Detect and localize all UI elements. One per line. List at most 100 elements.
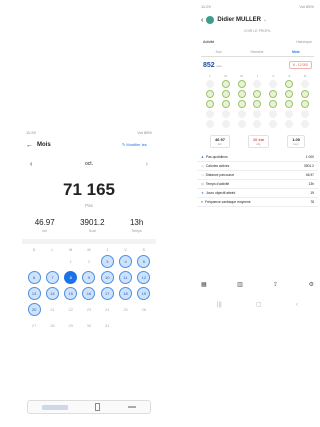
chevron-left-icon[interactable]: ‹ <box>30 161 32 168</box>
mini-day[interactable] <box>205 90 214 98</box>
section-right[interactable]: Historique <box>296 40 312 44</box>
calendar-day[interactable]: 22 <box>64 303 77 316</box>
card-icon[interactable] <box>41 404 68 410</box>
mini-day[interactable] <box>221 90 230 98</box>
phone-icon[interactable] <box>95 403 101 411</box>
mini-day[interactable] <box>253 90 262 98</box>
calendar-day[interactable]: 27 <box>28 319 41 332</box>
list-item[interactable]: ⤳ Distance parcourue 46.97 <box>197 171 318 180</box>
stat-value: 13h <box>129 218 144 227</box>
mini-day[interactable] <box>285 120 294 128</box>
calendar-day[interactable]: 10 <box>100 271 114 284</box>
home-icon[interactable]: ▢ <box>256 301 262 308</box>
back-icon[interactable]: ‹ <box>296 302 298 308</box>
list-item[interactable]: ♨ Calories actives 3901.2 <box>197 162 318 171</box>
calendar-day[interactable]: 26 <box>137 303 150 316</box>
calendar-day[interactable]: 4 <box>119 255 133 268</box>
chevron-down-icon[interactable]: ⌄ <box>263 17 267 23</box>
list-item[interactable]: ♟ Pas quotidiens 1 000 <box>197 153 318 162</box>
profile-subheader[interactable]: VOIR LE PROFIL <box>197 29 318 33</box>
mini-day[interactable] <box>237 90 246 98</box>
calendar-day[interactable]: 5 <box>137 255 151 268</box>
list-item[interactable]: ◷ Temps d'activité 13h <box>197 180 318 189</box>
list-item[interactable]: ♥ Fréquence cardiaque moyenne 78 <box>197 198 318 207</box>
tab-1[interactable]: Semaine <box>250 50 263 54</box>
mini-day[interactable] <box>237 80 246 88</box>
mini-day[interactable] <box>253 100 262 108</box>
chevron-left-icon[interactable]: ‹ <box>201 17 203 24</box>
mini-day[interactable] <box>205 110 214 118</box>
mini-day[interactable] <box>269 90 278 98</box>
mini-day[interactable] <box>269 110 278 118</box>
mini-weekday-header: LMMJVSD <box>197 74 318 78</box>
mini-day[interactable] <box>285 110 294 118</box>
mini-day[interactable] <box>301 80 310 88</box>
mini-day[interactable] <box>269 80 278 88</box>
weekday-label: D <box>32 248 36 252</box>
calendar-day[interactable]: 17 <box>100 287 114 300</box>
calendar-day[interactable]: 16 <box>82 287 96 300</box>
month-label: oct. <box>84 161 94 167</box>
mini-day[interactable] <box>237 110 246 118</box>
list-item[interactable]: ★ Jours objectif atteint 19 <box>197 189 318 198</box>
menu-icon[interactable] <box>128 406 137 408</box>
calendar-day[interactable]: 29 <box>64 319 77 332</box>
avatar-icon[interactable] <box>206 16 215 24</box>
calendar-day[interactable]: 23 <box>82 303 95 316</box>
calendar-day[interactable]: 21 <box>46 303 59 316</box>
calendar-icon[interactable]: ▦ <box>201 281 207 288</box>
calendar-day[interactable]: 9 <box>82 271 96 284</box>
mini-day[interactable] <box>205 100 214 108</box>
calendar-day[interactable]: 12 <box>137 271 151 284</box>
calendar-day[interactable]: 11 <box>119 271 133 284</box>
mini-day[interactable] <box>269 120 278 128</box>
calendar-day[interactable]: 13 <box>27 287 41 300</box>
calendar-day[interactable]: 1 <box>64 255 77 268</box>
mini-day[interactable] <box>269 100 278 108</box>
calendar-day[interactable]: 2 <box>82 255 95 268</box>
mini-day[interactable] <box>301 90 310 98</box>
mini-day[interactable] <box>301 120 310 128</box>
calendar-day[interactable]: 31 <box>101 319 114 332</box>
calendar-day[interactable]: 24 <box>101 303 114 316</box>
calendar-day[interactable]: 3 <box>100 255 114 268</box>
mini-day[interactable] <box>301 100 310 108</box>
chevron-right-icon[interactable]: › <box>146 161 148 168</box>
calendar-day[interactable]: 30 <box>82 319 95 332</box>
mini-day[interactable] <box>221 80 230 88</box>
mini-day[interactable] <box>285 90 294 98</box>
tab-2[interactable]: Mois <box>292 50 300 54</box>
calendar-day[interactable]: 19 <box>137 287 151 300</box>
calendar-day[interactable]: 25 <box>119 303 132 316</box>
mini-day[interactable] <box>221 110 230 118</box>
calendar-day[interactable]: 8 <box>64 271 78 284</box>
mini-day[interactable] <box>221 120 230 128</box>
mini-day[interactable] <box>285 80 294 88</box>
calendar-day[interactable]: 7 <box>45 271 59 284</box>
calendar-day[interactable]: 6 <box>27 271 41 284</box>
mini-day[interactable] <box>205 80 214 88</box>
settings-icon[interactable]: ⚙ <box>309 281 314 288</box>
mini-day[interactable] <box>237 100 246 108</box>
calendar-day[interactable]: 28 <box>46 319 59 332</box>
calendar-day[interactable]: 20 <box>27 303 41 316</box>
mini-day[interactable] <box>285 100 294 108</box>
chart-icon[interactable]: ▥ <box>237 281 243 288</box>
mini-day[interactable] <box>253 120 262 128</box>
metric-box: 10 km obj. <box>247 135 270 148</box>
mini-day[interactable] <box>221 100 230 108</box>
mini-day[interactable] <box>253 110 262 118</box>
recent-apps-icon[interactable]: ||| <box>217 302 222 308</box>
calendar-day[interactable]: 18 <box>119 287 133 300</box>
edit-link[interactable]: ✎ Modifier les <box>122 142 152 148</box>
calendar-day[interactable]: 14 <box>45 287 59 300</box>
mini-day[interactable] <box>237 120 246 128</box>
arrow-left-icon[interactable]: ← <box>26 142 33 149</box>
profile-name[interactable]: Didier MULLER <box>217 17 261 23</box>
share-icon[interactable]: ⇪ <box>273 281 278 288</box>
mini-day[interactable] <box>301 110 310 118</box>
tab-0[interactable]: Jour <box>215 50 221 54</box>
mini-day[interactable] <box>205 120 214 128</box>
mini-day[interactable] <box>253 80 262 88</box>
calendar-day[interactable]: 15 <box>64 287 78 300</box>
